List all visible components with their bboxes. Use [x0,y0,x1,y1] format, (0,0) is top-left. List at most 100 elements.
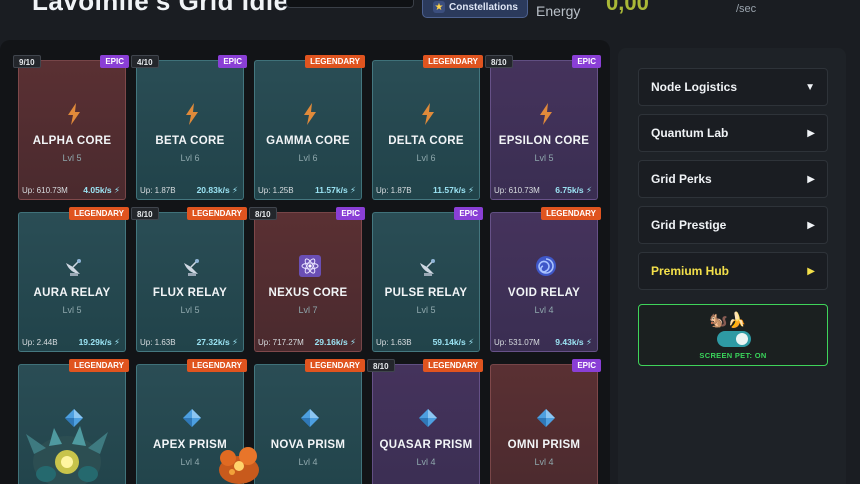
lightning-icon [181,103,203,125]
rarity-badge: LEGENDARY [305,55,365,68]
node-card-flux-relay[interactable]: FLUX RELAY Lvl 5 Up: 1.63B 27.32k/s ⚡ LEGEND… [131,207,247,352]
prism-icon [417,407,439,429]
card-name: BETA CORE [155,135,225,147]
card-level: Lvl 5 [180,305,200,315]
card-level: Lvl 6 [180,153,200,163]
rarity-badge: LEGENDARY [541,207,601,220]
card-name: NOVA PRISM [270,439,346,451]
top-search-field[interactable] [286,0,414,8]
card-level: Lvl 4 [416,457,436,467]
upgrade-cost: Up: 1.25B [258,186,294,195]
constellations-button[interactable]: ★ Constellations [422,0,528,18]
prism-icon [535,407,557,429]
sidebar-item-label: Premium Hub [651,264,730,278]
chevron-right-icon: ▶ [807,265,815,277]
node-card-nexus-core[interactable]: NEXUS CORE Lvl 7 Up: 717.27M 29.16k/s ⚡ EPIC… [249,207,365,352]
screen-pet-label: SCREEN PET: ON [699,351,767,360]
game-title: Lavoiniie's Grid Idle [32,0,289,16]
card-name: QUASAR PRISM [379,439,473,451]
rarity-badge: EPIC [572,55,601,68]
production-rate: 11.57k/s ⚡ [433,185,474,195]
card-name: NEXUS CORE [268,287,348,299]
card-name: DELTA CORE [388,135,464,147]
prism-icon [299,407,321,429]
card-name: OMNI PRISM [507,439,581,451]
upgrade-cost: Up: 1.63B [376,338,412,347]
lightning-icon [63,103,85,125]
constellations-label: Constellations [449,1,518,13]
toggle-knob [736,333,748,345]
production-rate: 20.83k/s ⚡ [196,185,238,195]
node-card-epsilon-core[interactable]: EPSILON CORE Lvl 5 Up: 610.73M 6.75k/s ⚡ EPI… [485,55,601,200]
node-card-alpha-core[interactable]: ALPHA CORE Lvl 5 Up: 610.73M 4.05k/s ⚡ EPIC 9… [13,55,129,200]
rarity-badge: EPIC [100,55,129,68]
production-rate: 11.57k/s ⚡ [315,185,356,195]
chevron-down-icon: ▼ [805,81,815,93]
rarity-badge: LEGENDARY [69,359,129,372]
production-rate: 29.16k/s ⚡ [314,337,356,347]
card-level: Lvl 5 [416,305,436,315]
screen-pet-panel: 🐿️🍌 SCREEN PET: ON [638,304,828,366]
node-card-void-relay[interactable]: VOID RELAY Lvl 4 Up: 531.07M 9.43k/s ⚡ LEGEN… [490,207,601,352]
production-rate: 27.32k/s ⚡ [196,337,238,347]
sidebar-panel: Node Logistics ▼ Quantum Lab ▶ Grid Perk… [618,48,846,484]
stack-count-badge: 9/10 [13,55,41,68]
node-card-nova-prism[interactable]: NOVA PRISM Lvl 4 LEGENDARY [254,359,365,484]
card-name: GAMMA CORE [266,135,350,147]
node-card-delta-core[interactable]: DELTA CORE Lvl 6 Up: 1.87B 11.57k/s ⚡ LEGEND… [372,55,483,200]
stack-count-badge: 8/10 [249,207,277,220]
sidebar-item-premium-hub[interactable]: Premium Hub ▶ [638,252,828,290]
rarity-badge: LEGENDARY [305,359,365,372]
lightning-icon [299,103,321,125]
card-name: AURA RELAY [33,287,111,299]
node-card-pulse-relay[interactable]: PULSE RELAY Lvl 5 Up: 1.63B 59.14k/s ⚡ EPIC [372,207,483,352]
star-icon: ★ [433,1,445,13]
pet-icon: 🐿️🍌 [709,312,747,329]
chevron-right-icon: ▶ [807,219,815,231]
card-name: FLUX RELAY [152,287,228,299]
vortex-icon [535,255,557,277]
monster-creature-icon [24,424,110,484]
production-rate: 59.14k/s ⚡ [432,337,474,347]
rarity-badge: EPIC [454,207,483,220]
satellite-dish-icon [63,255,85,277]
rarity-badge: EPIC [336,207,365,220]
production-rate: 4.05k/s ⚡ [83,185,120,195]
card-level: Lvl 5 [62,153,82,163]
card-level: Lvl 4 [298,457,318,467]
screen-pet-toggle[interactable] [717,331,751,347]
node-card-gamma-core[interactable]: GAMMA CORE Lvl 6 Up: 1.25B 11.57k/s ⚡ LEGEND… [254,55,365,200]
upgrade-cost: Up: 2.44B [22,338,58,347]
node-grid: ALPHA CORE Lvl 5 Up: 610.73M 4.05k/s ⚡ EPIC 9… [6,48,604,484]
top-bar: Lavoiniie's Grid Idle ★ Constellations E… [0,0,860,40]
sidebar-item-node-logistics[interactable]: Node Logistics ▼ [638,68,828,106]
card-name: VOID RELAY [507,287,581,299]
node-card-quasar-prism[interactable]: QUASAR PRISM Lvl 4 LEGENDARY 8/10 [367,359,483,484]
sidebar-item-grid-prestige[interactable]: Grid Prestige ▶ [638,206,828,244]
sidebar-item-label: Node Logistics [651,80,738,94]
rarity-badge: LEGENDARY [69,207,129,220]
energy-rate-label: /sec [736,3,757,15]
node-card-aura-relay[interactable]: AURA RELAY Lvl 5 Up: 2.44B 19.29k/s ⚡ LEGEND… [18,207,129,352]
upgrade-cost: Up: 1.63B [140,338,176,347]
stack-count-badge: 8/10 [485,55,513,68]
sidebar-item-quantum-lab[interactable]: Quantum Lab ▶ [638,114,828,152]
upgrade-cost: Up: 717.27M [258,338,304,347]
prism-icon [181,407,203,429]
sidebar-item-label: Quantum Lab [651,126,729,140]
card-level: Lvl 4 [534,305,554,315]
node-card-omni-prism[interactable]: OMNI PRISM Lvl 4 EPIC [490,359,601,484]
stack-count-badge: 8/10 [131,207,159,220]
upgrade-cost: Up: 1.87B [140,186,176,195]
rarity-badge: EPIC [218,55,247,68]
node-card-beta-core[interactable]: BETA CORE Lvl 6 Up: 1.87B 20.83k/s ⚡ EPIC 4/1… [131,55,247,200]
lightning-icon [417,103,439,125]
sidebar-item-grid-perks[interactable]: Grid Perks ▶ [638,160,828,198]
upgrade-cost: Up: 1.87B [376,186,412,195]
lightning-icon [535,103,557,125]
card-name: ALPHA CORE [32,135,112,147]
stack-count-badge: 8/10 [367,359,395,372]
stack-count-badge: 4/10 [131,55,159,68]
chevron-right-icon: ▶ [807,127,815,139]
card-level: Lvl 5 [534,153,554,163]
